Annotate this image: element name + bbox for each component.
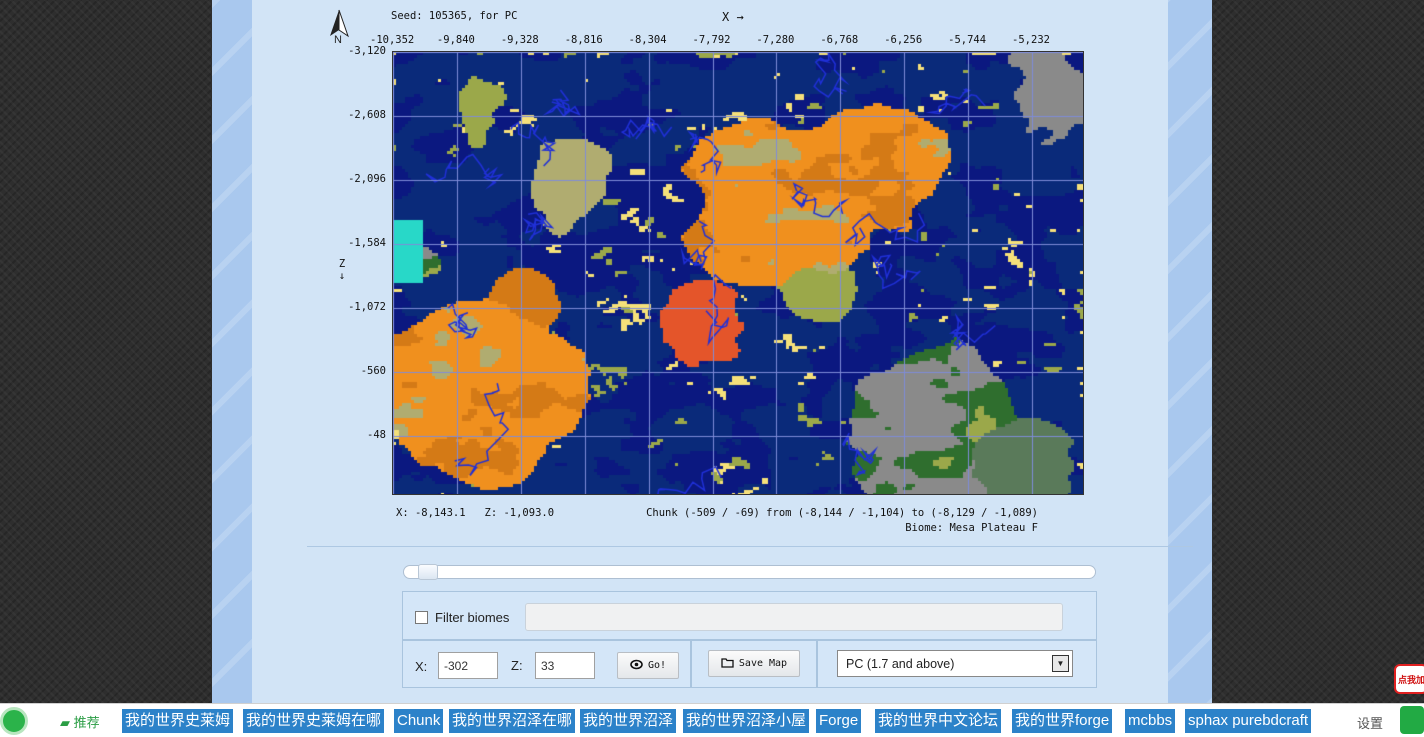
dropdown-arrow-icon[interactable]: ▼ — [1052, 655, 1069, 672]
bottom-recommend-bar: ▰ 推荐 我的世界史莱姆 我的世界史莱姆在哪 Chunk 我的世界沼泽在哪 我的世界沼泽… — [0, 664, 1424, 737]
z-tick-label: -2,096 — [348, 173, 386, 185]
recommend-label[interactable]: ▰ 推荐 — [60, 712, 100, 731]
z-tick-label: -560 — [360, 365, 386, 377]
biome-info: Biome: Mesa Plateau F — [905, 522, 1038, 534]
recommend-text: 推荐 — [73, 715, 100, 730]
search-tag[interactable]: 我的世界史莱姆在哪 — [243, 709, 385, 733]
version-select[interactable]: PC (1.7 and above) ▼ — [837, 650, 1073, 677]
filter-biomes-label: Filter biomes — [435, 610, 510, 625]
biome-filter-field[interactable] — [525, 603, 1063, 631]
corner-badge[interactable]: 点我加 — [1394, 664, 1424, 694]
biome-map[interactable] — [392, 51, 1084, 495]
x-tick-label: -8,304 — [628, 34, 667, 46]
z-axis-label: Z ↓ — [336, 258, 348, 282]
z-axis-letter: Z — [338, 258, 346, 270]
cursor-coordinates: X: -8,143.1 Z: -1,093.0 — [396, 507, 555, 519]
search-tag[interactable]: mcbbs — [1125, 709, 1176, 733]
filter-biomes-checkbox[interactable] — [415, 611, 428, 624]
search-tag[interactable]: 我的世界forge — [1012, 709, 1113, 733]
x-axis-label: X → — [722, 10, 744, 24]
save-map-label: Save Map — [738, 658, 788, 669]
x-arrow-icon: → — [736, 10, 744, 24]
z-tick-label: -3,120 — [348, 45, 386, 57]
z-tick-label: -48 — [367, 429, 386, 441]
x-tick-label: -9,328 — [500, 34, 539, 46]
z-input-label: Z: — [511, 658, 523, 673]
hot-icon: ▰ — [60, 715, 70, 730]
z-coordinate-input[interactable]: 33 — [535, 652, 595, 679]
z-tick-label: -1,584 — [348, 237, 386, 249]
version-select-value: PC (1.7 and above) — [846, 657, 955, 671]
seed-text: Seed: 105365, for PC — [391, 10, 518, 22]
folder-icon — [721, 657, 734, 671]
save-map-button[interactable]: Save Map — [708, 650, 800, 677]
biome-map-canvas[interactable] — [393, 52, 1083, 494]
z-tick-label: -1,072 — [348, 301, 386, 313]
chunk-info: Chunk (-509 / -69) from (-8,144 / -1,104… — [646, 507, 1038, 519]
x-tick-label: -9,840 — [436, 34, 475, 46]
search-tag[interactable]: 我的世界沼泽在哪 — [449, 709, 576, 733]
search-tag[interactable]: 我的世界史莱姆 — [122, 709, 234, 733]
search-tag[interactable]: 我的世界中文论坛 — [875, 709, 1002, 733]
z-arrow-icon: ↓ — [338, 270, 346, 282]
zoom-slider-track[interactable] — [403, 564, 1096, 580]
x-tick-label: -6,768 — [820, 34, 859, 46]
zoom-slider-handle[interactable] — [417, 564, 438, 580]
x-tick-label: -8,816 — [564, 34, 603, 46]
power-circle-icon[interactable] — [0, 707, 28, 735]
page-frame: N Seed: 105365, for PC X → Z ↓ X: -8,143… — [212, 0, 1212, 703]
x-tick-label: -5,232 — [1012, 34, 1050, 46]
separator — [307, 546, 1193, 547]
search-tag[interactable]: Forge — [816, 709, 862, 733]
x-tick-label: -5,744 — [948, 34, 987, 46]
search-tag[interactable]: Chunk — [394, 709, 444, 733]
settings-link[interactable]: 设置 — [1357, 713, 1383, 732]
go-button-label: Go! — [647, 660, 667, 671]
go-button[interactable]: Go! — [617, 652, 679, 679]
x-axis-letter: X — [722, 10, 730, 24]
search-tag[interactable]: 我的世界沼泽 — [580, 709, 677, 733]
z-tick-label: -2,608 — [348, 109, 386, 121]
x-tick-label: -7,280 — [756, 34, 795, 46]
search-tag[interactable]: 我的世界沼泽小屋 — [683, 709, 810, 733]
main-content: N Seed: 105365, for PC X → Z ↓ X: -8,143… — [252, 0, 1193, 703]
x-input-label: X: — [415, 659, 428, 674]
x-coordinate-input[interactable]: -302 — [438, 652, 498, 679]
search-tag[interactable]: sphax purebdcraft — [1185, 709, 1312, 733]
mascot-icon[interactable] — [1400, 706, 1424, 734]
x-tick-label: -7,792 — [692, 34, 731, 46]
north-compass-icon: N — [326, 8, 356, 48]
x-tick-label: -6,256 — [884, 34, 923, 46]
go-icon — [630, 659, 643, 673]
